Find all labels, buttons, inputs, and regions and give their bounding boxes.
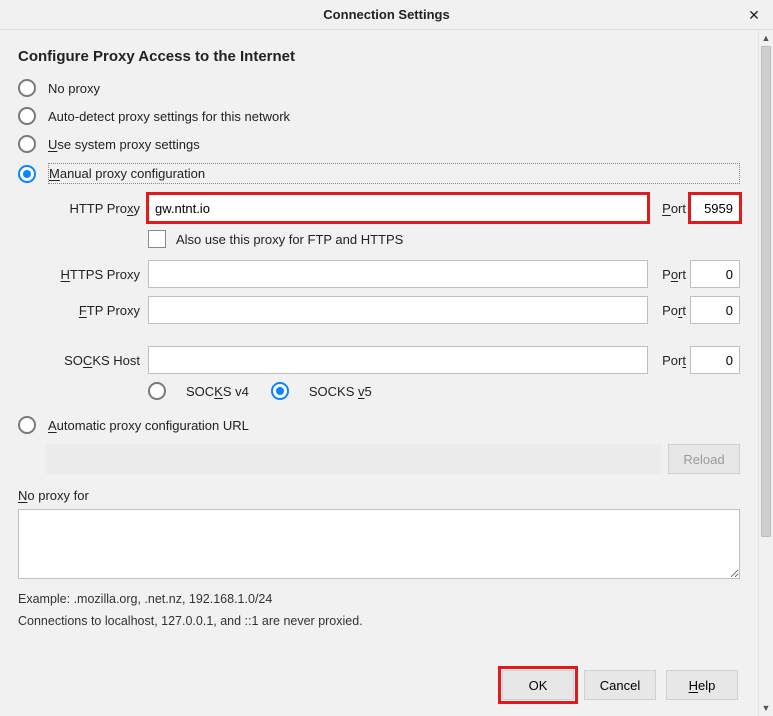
radio-label: Auto-detect proxy settings for this netw… — [48, 109, 290, 124]
dialog-footer: OK Cancel Help — [0, 656, 758, 716]
socks-version-row: SOCKS v4 SOCKS v5 — [148, 382, 740, 400]
http-proxy-row: HTTP Proxy Port — [46, 194, 740, 222]
radio-label: Use system proxy settings — [48, 137, 200, 152]
scrollbar[interactable]: ▲ ▼ — [758, 30, 773, 716]
auto-config-url-input — [46, 444, 662, 474]
auto-config-url-row: Reload — [18, 444, 740, 474]
http-port-label: Port — [652, 201, 686, 216]
scroll-thumb[interactable] — [761, 46, 771, 537]
scroll-up-icon[interactable]: ▲ — [759, 30, 773, 46]
socks-port-label: Port — [652, 353, 686, 368]
example-text: Example: .mozilla.org, .net.nz, 192.168.… — [18, 592, 740, 606]
socks-port-input[interactable] — [690, 346, 740, 374]
radio-use-system[interactable]: Use system proxy settings — [18, 135, 740, 153]
radio-auto-config-url[interactable]: Automatic proxy configuration URL — [18, 416, 740, 434]
radio-label: Automatic proxy configuration URL — [48, 418, 249, 433]
socks-host-input[interactable] — [148, 346, 648, 374]
scroll-track[interactable] — [759, 46, 773, 700]
close-icon: ✕ — [748, 7, 760, 24]
titlebar: Connection Settings ✕ — [0, 0, 773, 30]
checkbox-icon — [148, 230, 166, 248]
ok-button[interactable]: OK — [502, 670, 574, 700]
section-heading: Configure Proxy Access to the Internet — [18, 48, 740, 65]
radio-icon — [18, 107, 36, 125]
radio-manual[interactable]: Manual proxy configuration — [18, 163, 740, 184]
https-proxy-input[interactable] — [148, 260, 648, 288]
http-proxy-input[interactable] — [148, 194, 648, 222]
ftp-port-input[interactable] — [690, 296, 740, 324]
radio-icon — [18, 416, 36, 434]
radio-label: No proxy — [48, 81, 100, 96]
radio-icon — [18, 135, 36, 153]
close-button[interactable]: ✕ — [743, 4, 765, 26]
https-port-label: Port — [652, 267, 686, 282]
ftp-proxy-row: FTP Proxy Port — [46, 296, 740, 324]
also-use-label: Also use this proxy for FTP and HTTPS — [176, 232, 403, 247]
socks-v5-label: SOCKS v5 — [309, 384, 372, 399]
radio-icon[interactable] — [148, 382, 166, 400]
radio-no-proxy[interactable]: No proxy — [18, 79, 740, 97]
radio-icon[interactable] — [271, 382, 289, 400]
socks-host-row: SOCKS Host Port — [46, 346, 740, 374]
radio-auto-detect[interactable]: Auto-detect proxy settings for this netw… — [18, 107, 740, 125]
cancel-button[interactable]: Cancel — [584, 670, 656, 700]
http-port-input[interactable] — [690, 194, 740, 222]
radio-label: Manual proxy configuration — [48, 163, 740, 184]
window-title: Connection Settings — [323, 7, 449, 22]
no-proxy-for-label: No proxy for — [18, 488, 740, 503]
ftp-proxy-input[interactable] — [148, 296, 648, 324]
radio-icon — [18, 165, 36, 183]
also-use-row[interactable]: Also use this proxy for FTP and HTTPS — [148, 230, 740, 248]
https-proxy-row: HTTPS Proxy Port — [46, 260, 740, 288]
http-proxy-label: HTTP Proxy — [46, 201, 144, 216]
socks-host-label: SOCKS Host — [46, 353, 144, 368]
radio-icon — [18, 79, 36, 97]
socks-v4-label: SOCKS v4 — [186, 384, 249, 399]
manual-proxy-group: HTTP Proxy Port Also use this proxy for … — [18, 194, 740, 400]
https-port-input[interactable] — [690, 260, 740, 288]
no-proxy-for-input[interactable] — [18, 509, 740, 579]
ftp-proxy-label: FTP Proxy — [46, 303, 144, 318]
reload-button: Reload — [668, 444, 740, 474]
ftp-port-label: Port — [652, 303, 686, 318]
note-text: Connections to localhost, 127.0.0.1, and… — [18, 614, 740, 628]
help-button[interactable]: Help — [666, 670, 738, 700]
https-proxy-label: HTTPS Proxy — [46, 267, 144, 282]
scroll-down-icon[interactable]: ▼ — [759, 700, 773, 716]
